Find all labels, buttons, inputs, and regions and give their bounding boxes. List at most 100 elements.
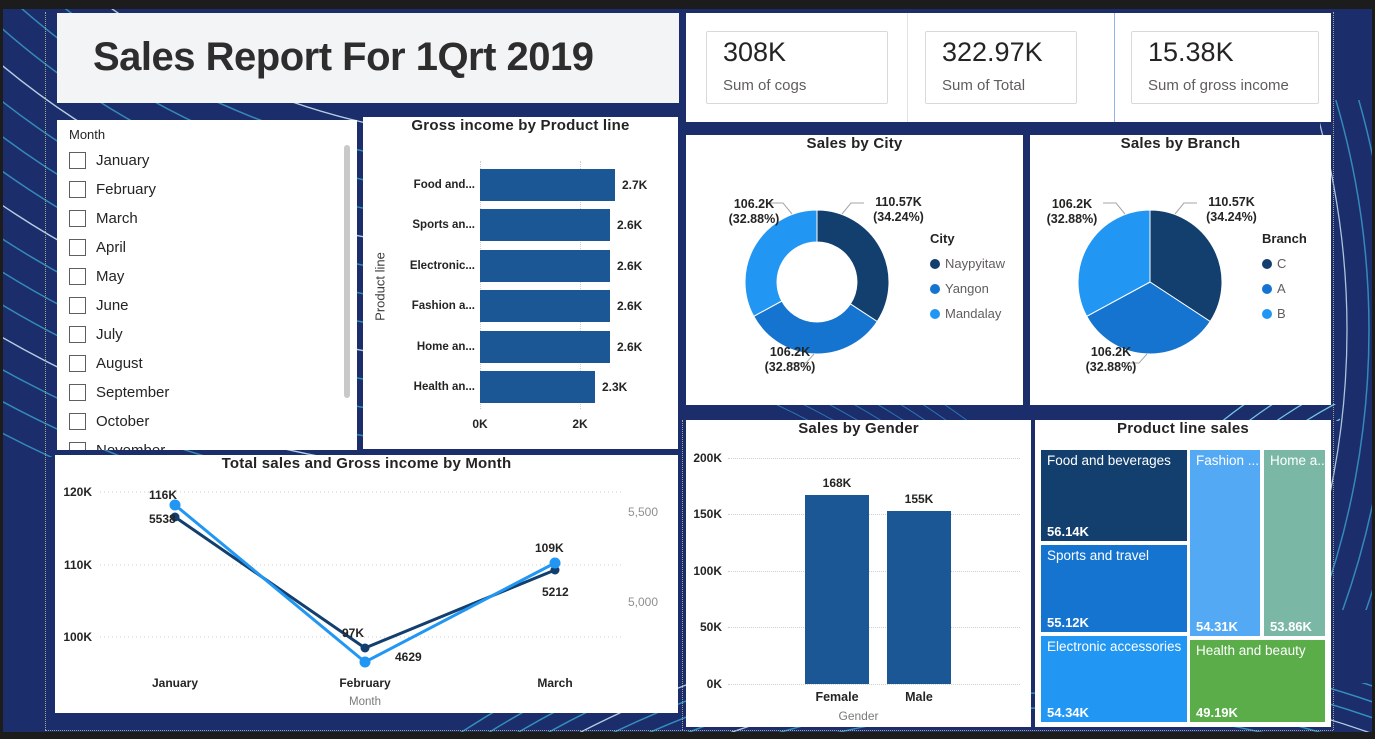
dotted-guide-bottom	[45, 730, 1333, 731]
right-axis-tick: 5,500	[628, 505, 658, 519]
legend-item-c[interactable]: C	[1262, 256, 1286, 271]
slicer-scrollbar[interactable]	[344, 145, 350, 398]
tile-name: Home a...	[1270, 453, 1321, 468]
month-option-april[interactable]: April	[69, 237, 126, 257]
gross-income-bar-chart[interactable]: Gross income by Product line Product lin…	[363, 117, 678, 449]
dotted-guide-middle	[682, 420, 683, 730]
legend-item-yangon[interactable]: Yangon	[930, 281, 989, 296]
data-point[interactable]	[361, 644, 370, 653]
bar-home[interactable]	[480, 331, 610, 363]
category-label: Health an...	[363, 379, 475, 395]
treemap-tile-food-and-beverages[interactable]: Food and beverages 56.14K	[1040, 449, 1188, 542]
gridline	[728, 571, 1020, 572]
kpi-card-cogs[interactable]: 308K Sum of cogs	[706, 31, 888, 104]
checkbox[interactable]	[69, 413, 86, 430]
bar-food[interactable]	[480, 169, 615, 201]
category-label: Home an...	[363, 339, 475, 355]
slicer-header: Month	[69, 127, 105, 142]
legend-dot	[930, 259, 940, 269]
gridline	[728, 684, 1020, 685]
month-label: April	[96, 239, 126, 256]
treemap-tile-home[interactable]: Home a... 53.86K	[1263, 449, 1326, 637]
tile-value: 53.86K	[1270, 619, 1312, 634]
product-line-treemap[interactable]: Product line sales Food and beverages 56…	[1035, 420, 1331, 727]
y-axis-tick: 200K	[686, 451, 722, 465]
month-option-january[interactable]: January	[69, 150, 149, 170]
slice-label-b: 106.2K (32.88%)	[1030, 197, 1114, 227]
legend-item-b[interactable]: B	[1262, 306, 1286, 321]
legend-label: Naypyitaw	[945, 256, 1005, 271]
legend-item-a[interactable]: A	[1262, 281, 1286, 296]
x-axis-tick: February	[339, 676, 391, 690]
treemap-tile-sports-and-travel[interactable]: Sports and travel 55.12K	[1040, 544, 1188, 633]
month-option-august[interactable]: August	[69, 353, 143, 373]
checkbox[interactable]	[69, 210, 86, 227]
month-option-july[interactable]: July	[69, 324, 123, 344]
kpi-label: Sum of gross income	[1148, 77, 1289, 94]
bar-electronic[interactable]	[480, 250, 610, 282]
checkbox[interactable]	[69, 297, 86, 314]
tile-value: 54.34K	[1047, 705, 1089, 720]
checkbox[interactable]	[69, 239, 86, 256]
report-title-panel[interactable]: Sales Report For 1Qrt 2019	[57, 13, 679, 103]
bar-fashion[interactable]	[480, 290, 610, 322]
checkbox[interactable]	[69, 355, 86, 372]
sales-by-branch-pie-chart[interactable]: Sales by Branch 110.57K (34.24%) 106.2K …	[1030, 135, 1331, 405]
month-label: August	[96, 355, 143, 372]
month-label: September	[96, 384, 169, 401]
month-option-june[interactable]: June	[69, 295, 129, 315]
kpi-label: Sum of cogs	[723, 77, 806, 94]
bar-sports[interactable]	[480, 209, 610, 241]
gross-income-line[interactable]	[175, 517, 555, 648]
legend-label: C	[1277, 256, 1286, 271]
checkbox[interactable]	[69, 181, 86, 198]
sales-by-gender-bar-chart[interactable]: Sales by Gender 200K 150K 100K 50K 0K 16…	[686, 420, 1031, 727]
month-option-february[interactable]: February	[69, 179, 156, 199]
x-axis-tick: Female	[805, 690, 869, 704]
checkbox[interactable]	[69, 384, 86, 401]
total-sales-line[interactable]	[175, 505, 555, 662]
y-axis-tick: 0K	[686, 677, 722, 691]
month-option-september[interactable]: September	[69, 382, 169, 402]
month-slicer[interactable]: Month January February March April May J…	[57, 120, 357, 450]
legend-item-mandalay[interactable]: Mandalay	[930, 306, 1001, 321]
kpi-value: 322.97K	[942, 37, 1043, 68]
legend-label: A	[1277, 281, 1286, 296]
month-option-october[interactable]: October	[69, 411, 149, 431]
tile-name: Electronic accessories	[1047, 639, 1183, 654]
slice-naypyitaw[interactable]	[817, 210, 889, 322]
checkbox[interactable]	[69, 326, 86, 343]
tile-value: 54.31K	[1196, 619, 1238, 634]
chart-title: Sales by Gender	[686, 420, 1031, 437]
trend-line-chart[interactable]: Total sales and Gross income by Month 12…	[55, 455, 678, 713]
right-axis-tick: 5,000	[628, 595, 658, 609]
month-label: November	[96, 442, 165, 451]
legend-dot	[1262, 259, 1272, 269]
bar-health[interactable]	[480, 371, 595, 403]
checkbox[interactable]	[69, 152, 86, 169]
dotted-guide-right	[1333, 12, 1334, 730]
bar-male[interactable]	[887, 511, 951, 684]
kpi-card-total[interactable]: 322.97K Sum of Total	[925, 31, 1077, 104]
category-label: Food and...	[363, 177, 475, 193]
treemap-tile-health-and-beauty[interactable]: Health and beauty 49.19K	[1189, 639, 1326, 723]
month-option-march[interactable]: March	[69, 208, 138, 228]
tile-name: Food and beverages	[1047, 453, 1183, 468]
bar-female[interactable]	[805, 495, 869, 684]
gridline	[728, 458, 1020, 459]
treemap-tile-fashion[interactable]: Fashion ... 54.31K	[1189, 449, 1261, 637]
sales-by-city-donut-chart[interactable]: Sales by City 110.57K (34.24%) 106.2K (3…	[686, 135, 1023, 405]
checkbox[interactable]	[69, 442, 86, 451]
checkbox[interactable]	[69, 268, 86, 285]
legend-label: B	[1277, 306, 1286, 321]
treemap-tile-electronic-accessories[interactable]: Electronic accessories 54.34K	[1040, 635, 1188, 723]
month-option-may[interactable]: May	[69, 266, 124, 286]
data-point[interactable]	[550, 558, 561, 569]
legend-dot	[930, 309, 940, 319]
month-option-november[interactable]: November	[69, 440, 165, 450]
kpi-card-gross-income[interactable]: 15.38K Sum of gross income	[1131, 31, 1319, 104]
chart-title: Product line sales	[1035, 420, 1331, 437]
legend-item-naypyitaw[interactable]: Naypyitaw	[930, 256, 1005, 271]
data-point[interactable]	[360, 657, 371, 668]
month-label: January	[96, 152, 149, 169]
